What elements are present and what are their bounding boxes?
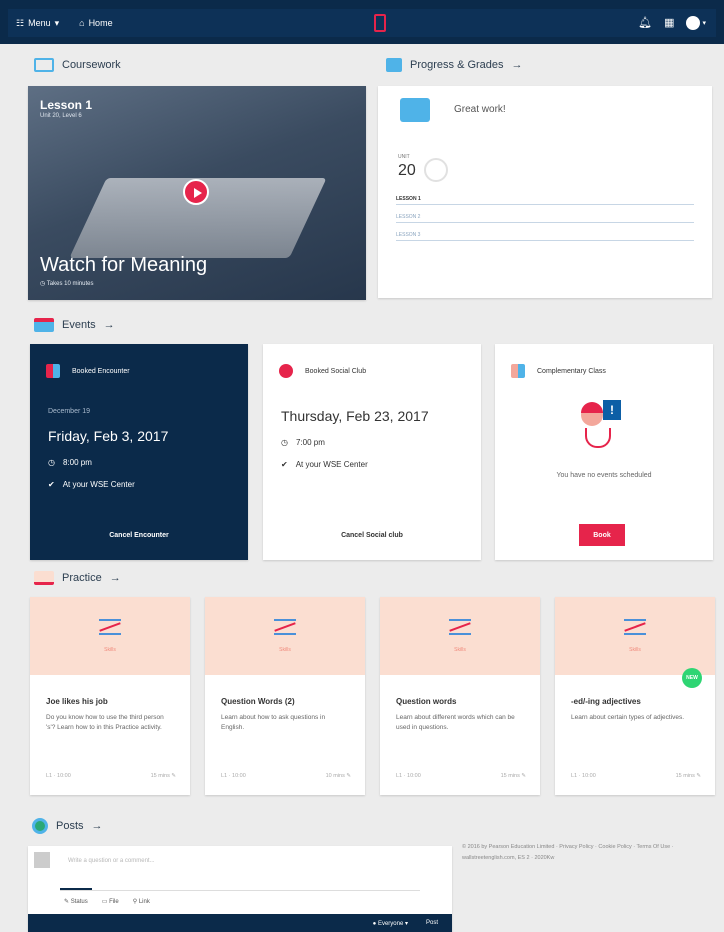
user-avatar-icon — [34, 852, 50, 868]
event-card-encounter: Booked Encounter December 19 Friday, Feb… — [30, 344, 248, 560]
play-button[interactable] — [183, 179, 209, 205]
pencil-icon: ✎ — [171, 773, 176, 779]
practice-activity-icon — [99, 619, 121, 635]
pencil-icon: ✎ — [346, 773, 351, 779]
post-toolbar: ● Everyone ▾ Post — [28, 914, 452, 932]
tab-file[interactable]: ▭ File — [102, 898, 119, 905]
event-header: Booked Social Club — [279, 364, 366, 378]
arrow-right-icon: → — [511, 59, 523, 71]
post-input[interactable]: Write a question or a comment... — [68, 858, 155, 864]
event-time: ◷ 7:00 pm — [281, 438, 325, 447]
chevron-down-icon: ▾ — [702, 20, 706, 27]
practice-activity-icon — [449, 619, 471, 635]
tab-status[interactable]: ✎ Status — [64, 898, 88, 905]
logo — [374, 14, 386, 32]
event-header: Booked Encounter — [46, 364, 130, 378]
practice-card[interactable]: Skills Joe likes his job Do you know how… — [30, 597, 190, 795]
posts-heading[interactable]: Posts → — [32, 818, 103, 834]
book-button[interactable]: Book — [579, 524, 625, 546]
event-card-social-club: Booked Social Club Thursday, Feb 23, 201… — [263, 344, 481, 560]
lesson-row[interactable]: LESSON 1 — [396, 196, 694, 205]
practice-activity-icon — [274, 619, 296, 635]
class-icon — [511, 364, 525, 378]
social-club-icon — [279, 364, 293, 378]
link-icon: ⚲ — [132, 899, 138, 905]
student-avatar-icon — [400, 98, 430, 122]
avatar-icon — [686, 16, 701, 30]
lesson-row[interactable]: LESSON 3 — [396, 232, 694, 241]
practice-heading[interactable]: Practice → — [34, 571, 121, 585]
duration: 10 mins ✎ — [325, 773, 351, 779]
calendar-icon[interactable]: ▦ — [664, 16, 674, 30]
monitor-icon — [34, 58, 54, 72]
duration: 15 mins ✎ — [150, 773, 176, 779]
avatar[interactable]: ▾ — [686, 16, 706, 30]
lesson-row[interactable]: LESSON 2 — [396, 214, 694, 223]
globe-icon: ● — [372, 920, 377, 927]
progress-ring — [424, 158, 448, 182]
arrow-right-icon: → — [103, 319, 115, 331]
events-heading[interactable]: Events → — [34, 318, 115, 332]
practice-card[interactable]: Skills -ed/-ing adjectives Learn about c… — [555, 597, 715, 795]
event-time: ◷ 8:00 pm — [48, 458, 92, 467]
coursework-heading: Coursework — [34, 58, 121, 72]
footer-text: © 2016 by Pearson Education Limited · Pr… — [462, 844, 674, 861]
event-location: ✔ At your WSE Center — [281, 460, 368, 469]
post-button[interactable]: Post — [426, 920, 438, 926]
menu-icon: ☷ — [16, 17, 25, 28]
audience-select[interactable]: ● Everyone ▾ — [373, 920, 408, 927]
tab-link[interactable]: ⚲ Link — [133, 898, 150, 905]
check-icon: ✔ — [281, 460, 288, 469]
duration: 15 mins ✎ — [675, 773, 701, 779]
arrow-right-icon: → — [91, 820, 103, 832]
pencil-icon: ✎ — [64, 899, 70, 905]
practice-icon — [34, 571, 54, 585]
cancel-social-club-button[interactable]: Cancel Social club — [263, 532, 481, 539]
practice-card[interactable]: Skills Question words Learn about differ… — [380, 597, 540, 795]
pencil-icon: ✎ — [696, 773, 701, 779]
menu-button[interactable]: ☷ Menu ▾ — [16, 18, 59, 29]
top-bar-actions: 🔔︎ ▦ ▾ — [638, 16, 706, 30]
post-type-tabs: ✎ Status ▭ File ⚲ Link — [64, 898, 150, 905]
event-card-complementary: Complementary Class ! You have no events… — [495, 344, 713, 560]
duration: 15 mins ✎ — [500, 773, 526, 779]
event-location: ✔ At your WSE Center — [48, 480, 135, 489]
globe-icon — [32, 818, 48, 834]
progress-card[interactable]: Great work! UNIT 20 LESSON 1 LESSON 2 LE… — [378, 86, 712, 298]
duration: ◷ Takes 10 minutes — [40, 281, 94, 287]
arrow-right-icon: → — [109, 572, 121, 584]
check-icon: ✔ — [48, 480, 55, 489]
home-icon: ⌂ — [79, 18, 85, 28]
progress-heading[interactable]: Progress & Grades → — [386, 58, 523, 72]
people-icon — [46, 364, 60, 378]
practice-card[interactable]: Skills Question Words (2) Learn about ho… — [205, 597, 365, 795]
teacher-illustration-icon: ! — [581, 400, 623, 448]
cancel-encounter-button[interactable]: Cancel Encounter — [30, 532, 248, 539]
post-composer: Write a question or a comment... ✎ Statu… — [28, 846, 452, 932]
event-header: Complementary Class — [511, 364, 606, 378]
practice-activity-icon — [624, 619, 646, 635]
pencil-icon: ✎ — [521, 773, 526, 779]
new-badge: NEW — [682, 668, 702, 688]
file-icon: ▭ — [101, 899, 108, 905]
chevron-down-icon: ▾ — [54, 17, 60, 28]
chart-icon — [386, 58, 402, 72]
clock-icon: ◷ — [48, 458, 55, 467]
top-bar: ☷ Menu ▾ ⌂ Home 🔔︎ ▦ ▾ — [0, 0, 724, 44]
nav-bar: ☷ Menu ▾ ⌂ Home 🔔︎ ▦ ▾ — [8, 9, 716, 37]
bell-icon[interactable]: 🔔︎ — [638, 16, 652, 30]
home-link[interactable]: ⌂ Home — [79, 18, 112, 28]
clock-icon: ◷ — [281, 438, 288, 447]
calendar-icon — [34, 318, 54, 332]
